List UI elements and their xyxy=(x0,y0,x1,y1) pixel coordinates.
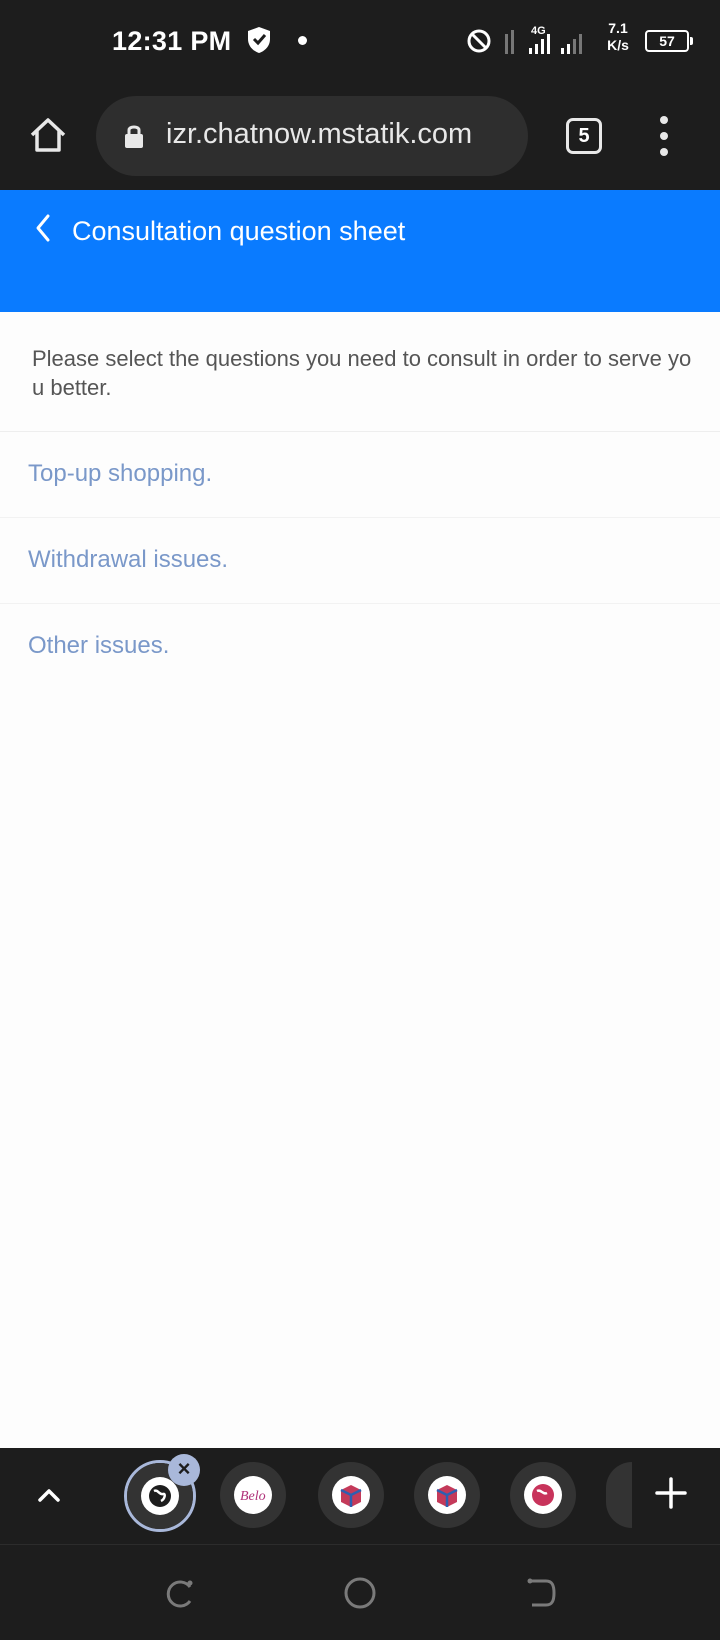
page-title: Consultation question sheet xyxy=(72,216,406,246)
question-label: Top-up shopping. xyxy=(28,460,213,487)
browser-toolbar: izr.chatnow.mstatik.com 5 xyxy=(0,82,720,190)
question-label: Withdrawal issues. xyxy=(28,546,229,573)
globe-pin-icon xyxy=(532,1484,554,1506)
home-nav-icon[interactable] xyxy=(342,1575,378,1611)
tab-thumbnail[interactable] xyxy=(318,1462,384,1528)
back-icon[interactable] xyxy=(30,212,56,244)
box-logo-icon xyxy=(436,1485,458,1507)
question-item-withdrawal[interactable]: Withdrawal issues. xyxy=(0,518,720,604)
system-nav-bar xyxy=(0,1544,720,1640)
notification-dot-icon xyxy=(298,36,307,45)
network-type: 4G xyxy=(531,25,546,37)
recent-apps-icon[interactable] xyxy=(162,1575,198,1611)
tab-thumbnail-partial[interactable] xyxy=(606,1462,632,1528)
question-item-other[interactable]: Other issues. xyxy=(0,604,720,690)
lock-icon xyxy=(125,125,143,148)
back-nav-icon[interactable] xyxy=(522,1575,558,1611)
box-logo-icon xyxy=(340,1485,362,1507)
belo-logo-icon: Belo xyxy=(240,1489,266,1504)
new-tab-plus-icon[interactable] xyxy=(654,1476,688,1510)
status-bar: 12:31 PM 4G 7.1 K/s 57 xyxy=(0,0,720,82)
intro-section: Please select the questions you need to … xyxy=(0,312,720,432)
chevron-up-icon[interactable] xyxy=(34,1480,64,1510)
more-menu-icon[interactable] xyxy=(652,114,676,158)
battery-icon: 57 xyxy=(645,30,693,52)
question-item-top-up[interactable]: Top-up shopping. xyxy=(0,432,720,518)
app-header: Consultation question sheet xyxy=(0,190,720,312)
home-icon[interactable] xyxy=(28,115,68,155)
tab-thumbnail[interactable] xyxy=(510,1462,576,1528)
question-label: Other issues. xyxy=(28,632,170,659)
intro-text: Please select the questions you need to … xyxy=(32,346,692,400)
close-tab-icon[interactable]: × xyxy=(168,1454,200,1486)
do-not-disturb-icon xyxy=(467,29,491,53)
status-time: 12:31 PM xyxy=(112,26,232,56)
url-text: izr.chatnow.mstatik.com xyxy=(166,118,473,150)
url-bar[interactable]: izr.chatnow.mstatik.com xyxy=(96,96,528,176)
tab-thumbnail[interactable] xyxy=(414,1462,480,1528)
svg-text:Belo: Belo xyxy=(240,1489,266,1504)
shield-icon xyxy=(248,27,270,53)
tab-switcher-button[interactable]: 5 xyxy=(566,118,602,154)
tab-thumbnail[interactable]: Belo xyxy=(220,1462,286,1528)
network-speed: 7.1 K/s xyxy=(607,20,629,53)
tab-strip: × Belo xyxy=(0,1448,720,1544)
